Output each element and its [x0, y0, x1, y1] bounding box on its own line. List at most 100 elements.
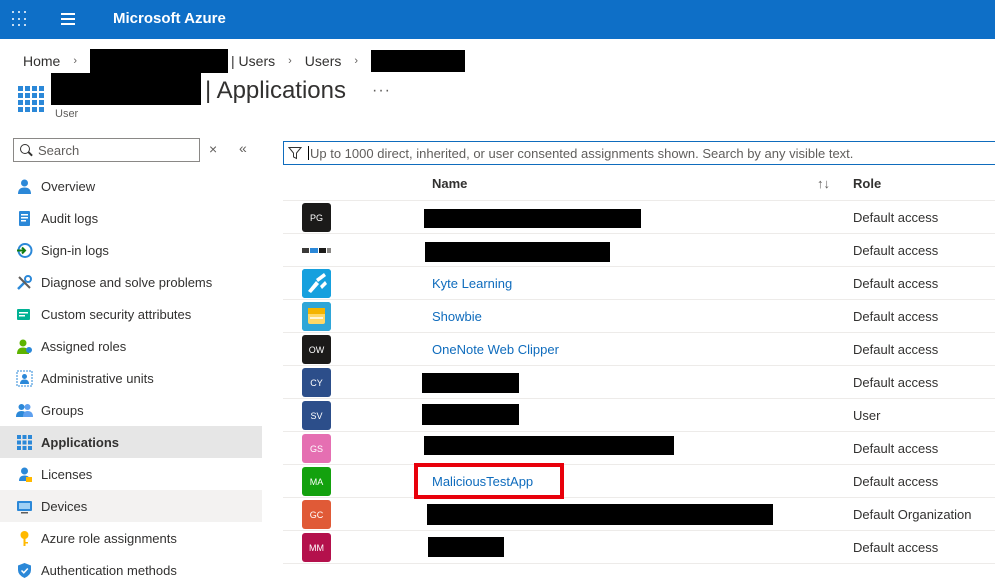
column-header-role[interactable]: Role — [853, 176, 881, 191]
sidebar-search[interactable] — [13, 138, 200, 162]
table-header: Name ↑↓ Role — [283, 167, 995, 201]
sidebar-item-assigned-roles[interactable]: Assigned roles — [0, 330, 262, 362]
redacted-app-name — [424, 209, 641, 228]
sidebar-item-label: Licenses — [41, 466, 93, 482]
kyte-learning-logo-icon — [302, 269, 331, 298]
brand-title[interactable]: Microsoft Azure — [113, 10, 226, 27]
redacted-app-name — [425, 242, 610, 262]
search-icon — [20, 144, 32, 156]
table-row[interactable]: MA MaliciousTestApp Default access — [283, 463, 995, 499]
app-link-kyte-learning[interactable]: Kyte Learning — [432, 276, 512, 291]
app-link-onenote-web-clipper[interactable]: OneNote Web Clipper — [432, 342, 559, 357]
more-options-icon[interactable]: ··· — [372, 82, 391, 100]
table-row[interactable]: CY Default access — [283, 366, 995, 399]
role-cell: Default access — [853, 276, 939, 291]
app-link-malicioustestapp[interactable]: MaliciousTestApp — [432, 474, 533, 489]
clear-icon[interactable]: × — [209, 141, 217, 157]
sign-in-icon — [16, 242, 33, 259]
text-cursor — [308, 146, 309, 160]
sidebar-item-authentication-methods[interactable]: Authentication methods — [0, 554, 262, 584]
app-link-showbie[interactable]: Showbie — [432, 309, 482, 324]
breadcrumb-home[interactable]: Home — [23, 53, 60, 69]
top-bar: Microsoft Azure — [0, 0, 995, 39]
menu-icon[interactable] — [61, 13, 77, 25]
table-row[interactable]: Kyte Learning Default access — [283, 267, 995, 300]
app-avatar: OW — [302, 335, 331, 364]
table-row[interactable]: Default access — [283, 234, 995, 267]
shield-icon — [16, 562, 33, 579]
table-row[interactable]: MM Default access — [283, 531, 995, 564]
sidebar-item-licenses[interactable]: Licenses — [0, 458, 262, 490]
sidebar-item-label: Sign-in logs — [41, 242, 109, 258]
breadcrumb-users[interactable]: Users — [305, 53, 342, 69]
avatar-initials: GC — [309, 509, 324, 520]
sidebar-item-label: Audit logs — [41, 210, 99, 226]
sidebar-item-overview[interactable]: Overview — [0, 170, 262, 202]
page-title: | Applications — [205, 77, 346, 104]
chevron-right-icon: › — [288, 55, 292, 67]
table-row[interactable]: GC Default Organization — [283, 498, 995, 531]
showbie-logo-icon — [302, 302, 331, 331]
role-cell: Default access — [853, 243, 939, 258]
filter-placeholder: Up to 1000 direct, inherited, or user co… — [310, 145, 854, 161]
applications-grid-icon — [18, 86, 44, 112]
breadcrumb-users-suffix[interactable]: | Users — [231, 53, 275, 69]
chevron-right-icon: › — [354, 55, 359, 67]
device-icon — [16, 498, 33, 515]
admin-units-icon — [16, 370, 33, 387]
sidebar-item-sign-in-logs[interactable]: Sign-in logs — [0, 234, 262, 266]
avatar-initials: MA — [309, 476, 324, 487]
key-icon — [16, 530, 33, 547]
attributes-icon — [16, 306, 33, 323]
sidebar-item-administrative-units[interactable]: Administrative units — [0, 362, 262, 394]
app-launcher-icon[interactable] — [12, 11, 30, 29]
sidebar-item-label: Authentication methods — [41, 562, 177, 578]
redacted-user-name — [51, 73, 201, 105]
table-row[interactable]: PG Default access — [283, 201, 995, 234]
collapse-sidebar-icon[interactable]: « — [239, 140, 247, 156]
sidebar-item-azure-role-assignments[interactable]: Azure role assignments — [0, 522, 262, 554]
table-row[interactable]: OW OneNote Web Clipper Default access — [283, 333, 995, 366]
sidebar-item-label: Azure role assignments — [41, 530, 177, 546]
app-avatar: SV — [302, 401, 331, 430]
page-subtitle: User — [55, 108, 79, 120]
assignments-search-input[interactable]: Up to 1000 direct, inherited, or user co… — [283, 141, 995, 165]
sidebar-nav: Overview Audit logs Sign-in logs Diagnos… — [0, 170, 262, 584]
applications-table: Name ↑↓ Role PG Default access Default a… — [283, 167, 995, 564]
sidebar-item-groups[interactable]: Groups — [0, 394, 262, 426]
sidebar-item-label: Administrative units — [41, 370, 154, 386]
avatar-initials: CY — [310, 377, 323, 388]
role-cell: Default access — [853, 342, 939, 357]
sidebar-item-custom-security-attributes[interactable]: Custom security attributes — [0, 298, 262, 330]
app-avatar: MM — [302, 533, 331, 562]
person-icon — [16, 178, 33, 195]
sidebar-item-applications[interactable]: Applications — [0, 426, 262, 458]
sidebar-item-diagnose[interactable]: Diagnose and solve problems — [0, 266, 262, 298]
avatar-initials: GS — [309, 443, 323, 454]
sidebar-search-input[interactable] — [38, 142, 188, 158]
role-cell: Default Organization — [853, 507, 972, 522]
role-cell: Default access — [853, 540, 939, 555]
redacted-app-name — [427, 504, 773, 525]
table-row[interactable]: SV User — [283, 399, 995, 432]
avatar-initials: PG — [309, 212, 323, 223]
sidebar-item-label: Assigned roles — [41, 338, 127, 354]
redacted-tenant — [90, 49, 229, 73]
sidebar-item-label: Overview — [41, 178, 96, 194]
sidebar-item-label: Diagnose and solve problems — [41, 274, 213, 290]
sort-icon[interactable]: ↑↓ — [817, 176, 830, 191]
table-row[interactable]: GS Default access — [283, 432, 995, 465]
redacted-app-name — [422, 404, 519, 425]
sidebar-item-audit-logs[interactable]: Audit logs — [0, 202, 262, 234]
redacted-user — [371, 50, 466, 72]
license-icon — [16, 466, 33, 483]
sidebar-item-devices[interactable]: Devices — [0, 490, 262, 522]
table-row[interactable]: Showbie Default access — [283, 300, 995, 333]
role-cell: Default access — [853, 309, 939, 324]
sidebar-item-label: Groups — [41, 402, 84, 418]
app-logo-icon — [302, 236, 331, 265]
app-avatar: MA — [302, 467, 331, 496]
sidebar-item-label: Custom security attributes — [41, 306, 192, 322]
column-header-name[interactable]: Name — [432, 176, 467, 191]
sidebar-item-label: Devices — [41, 498, 88, 514]
